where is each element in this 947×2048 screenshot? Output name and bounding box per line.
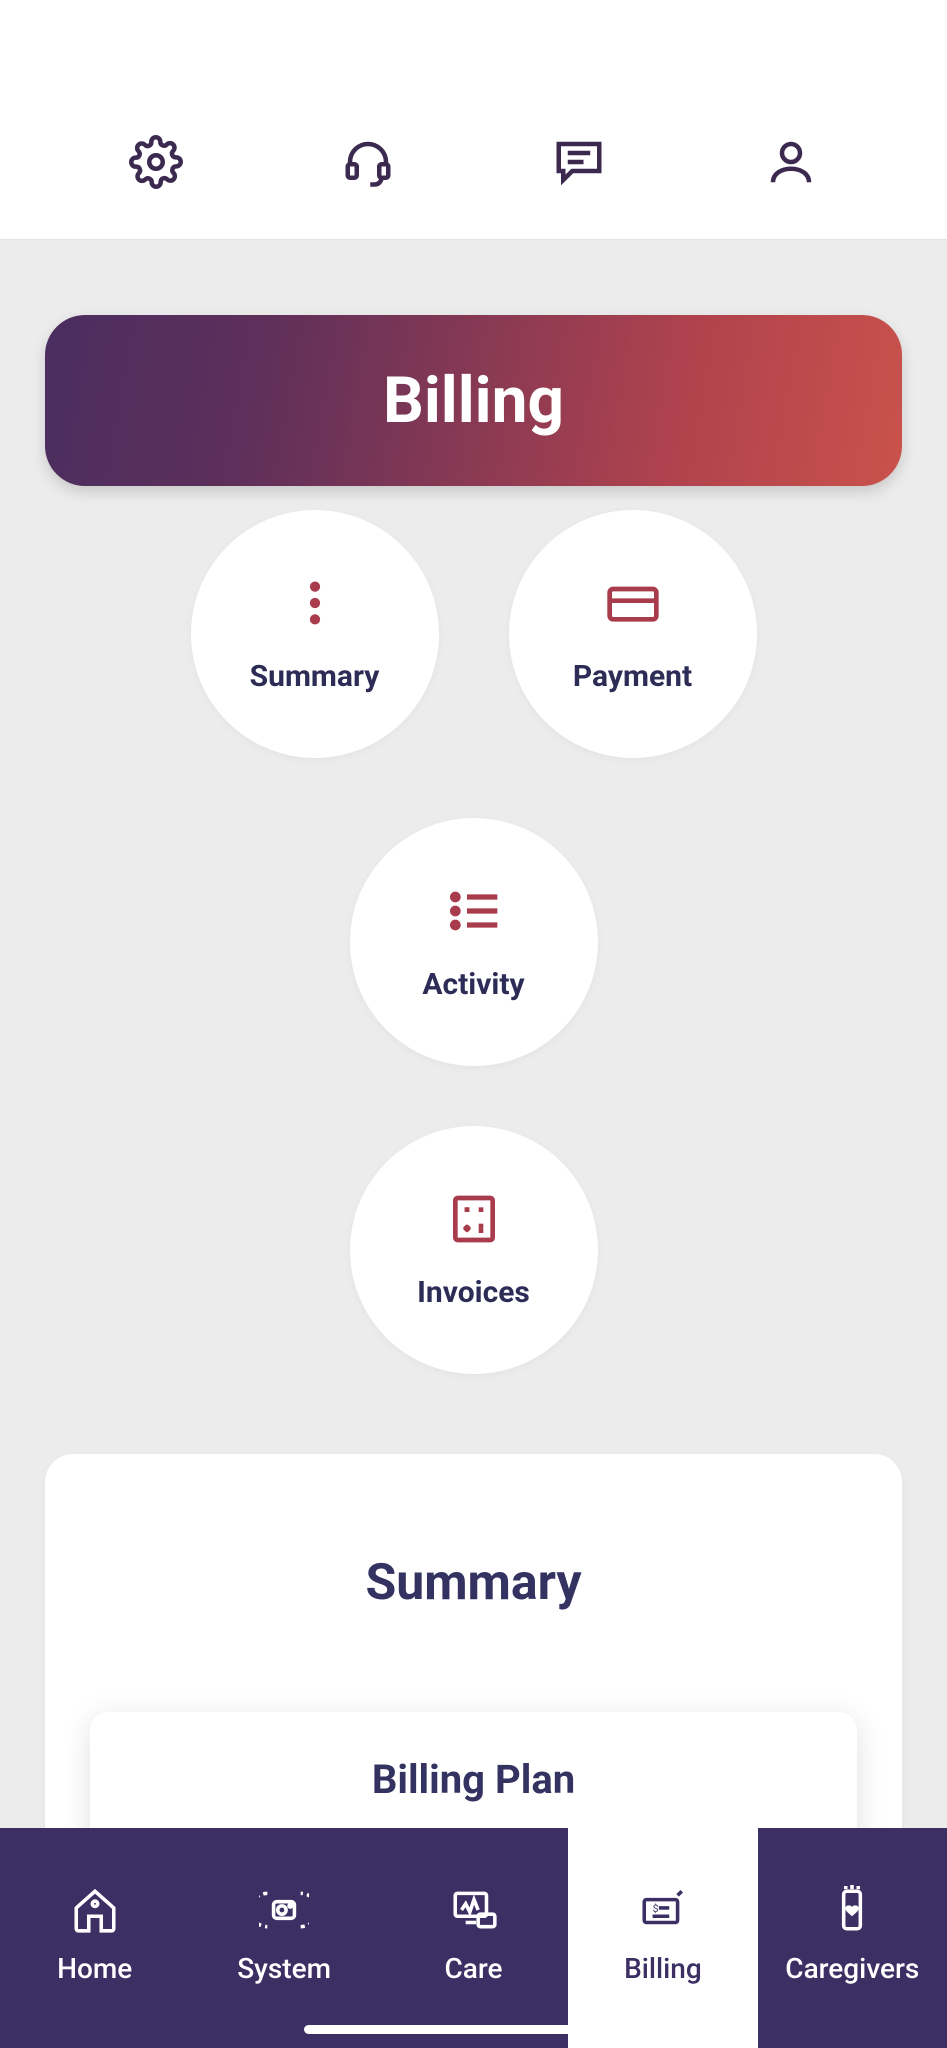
more-vertical-icon bbox=[279, 575, 351, 631]
nav-billing-label: Billing bbox=[624, 1952, 702, 1985]
profile-button[interactable] bbox=[761, 134, 821, 194]
page-title-banner: Billing bbox=[45, 315, 902, 486]
home-indicator bbox=[304, 2025, 644, 2034]
payment-circle-button[interactable]: Payment bbox=[509, 510, 757, 758]
nav-home[interactable]: Home bbox=[0, 1828, 189, 2048]
nav-caregivers[interactable]: Caregivers bbox=[758, 1828, 947, 2048]
chat-button[interactable] bbox=[549, 134, 609, 194]
profile-icon bbox=[764, 135, 818, 193]
nav-care[interactable]: Care bbox=[379, 1828, 568, 2048]
phone-heart-icon bbox=[824, 1882, 880, 1938]
circle-nav: Summary Payment Activity Invoices bbox=[45, 510, 902, 1374]
chat-icon bbox=[552, 135, 606, 193]
page-title: Billing bbox=[45, 363, 902, 438]
gear-icon bbox=[129, 135, 183, 193]
top-bar bbox=[0, 0, 947, 240]
nav-home-label: Home bbox=[57, 1952, 132, 1985]
invoices-label: Invoices bbox=[417, 1275, 530, 1310]
summary-circle-button[interactable]: Summary bbox=[191, 510, 439, 758]
svg-text:$: $ bbox=[653, 1902, 659, 1915]
nav-caregivers-label: Caregivers bbox=[785, 1952, 919, 1985]
content-area: Billing Summary Payment Activity bbox=[0, 240, 947, 2048]
camera-system-icon bbox=[256, 1882, 312, 1938]
activity-circle-button[interactable]: Activity bbox=[350, 818, 598, 1066]
invoices-circle-button[interactable]: Invoices bbox=[350, 1126, 598, 1374]
settings-button[interactable] bbox=[126, 134, 186, 194]
monitor-chart-icon bbox=[446, 1882, 502, 1938]
headset-icon bbox=[341, 135, 395, 193]
summary-label: Summary bbox=[250, 659, 380, 694]
summary-heading: Summary bbox=[90, 1554, 857, 1612]
billing-plan-title: Billing Plan bbox=[140, 1756, 807, 1803]
calculator-icon bbox=[438, 1191, 510, 1247]
billing-check-icon: $ bbox=[635, 1882, 691, 1938]
list-icon bbox=[438, 883, 510, 939]
support-button[interactable] bbox=[338, 134, 398, 194]
nav-care-label: Care bbox=[445, 1952, 503, 1985]
nav-system-label: System bbox=[237, 1952, 331, 1985]
nav-system[interactable]: System bbox=[189, 1828, 378, 2048]
bottom-nav: Home System Care $ Billing Caregivers bbox=[0, 1828, 947, 2048]
home-icon bbox=[67, 1882, 123, 1938]
activity-label: Activity bbox=[422, 967, 524, 1002]
payment-label: Payment bbox=[573, 659, 692, 694]
nav-billing[interactable]: $ Billing bbox=[568, 1828, 757, 2048]
credit-card-icon bbox=[597, 575, 669, 631]
